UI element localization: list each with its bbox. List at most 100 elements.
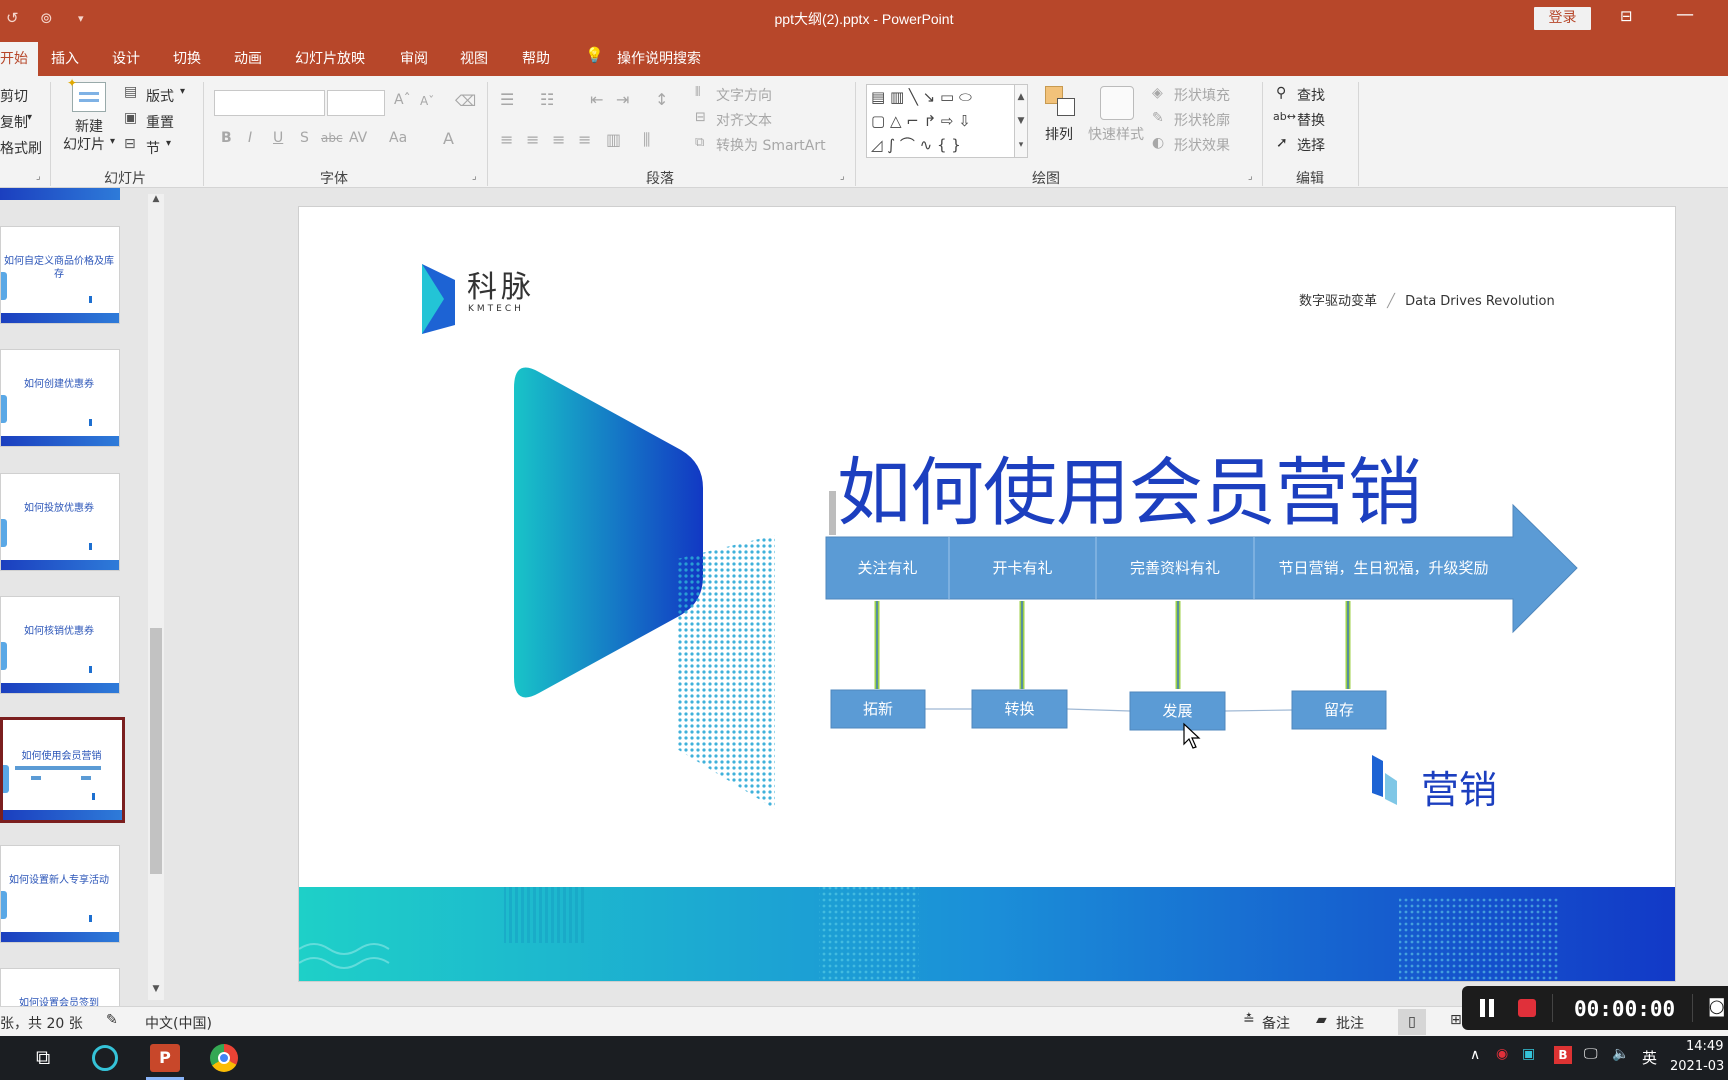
shapes-row-2[interactable]: ▢ △ ⌐ ↱ ⇨ ⇩ xyxy=(871,109,1021,133)
tab-review[interactable]: 审阅 xyxy=(400,48,428,68)
distributed-icon[interactable]: ▥ xyxy=(606,130,621,149)
slide-thumbnail[interactable]: 如何核销优惠券 xyxy=(0,596,120,694)
shape-effects-button[interactable]: 形状效果 xyxy=(1174,135,1230,155)
layout-button[interactable]: 版式 xyxy=(146,86,174,106)
dialog-launcher-icon[interactable]: ⌟ xyxy=(840,171,845,182)
clock-date[interactable]: 2021-03 xyxy=(1670,1059,1724,1074)
dialog-launcher-icon[interactable]: ⌟ xyxy=(36,171,41,182)
reset-button[interactable]: 重置 xyxy=(146,112,174,132)
app-icon-search[interactable] xyxy=(92,1045,118,1071)
shapes-row-1[interactable]: ▤ ▥ ╲ ↘ ▭ ⬭ xyxy=(871,85,1021,109)
tab-slideshow[interactable]: 幻灯片放映 xyxy=(295,48,365,68)
thumbnail-scrollbar[interactable]: ▲ ▼ xyxy=(148,194,164,1000)
decrease-indent-icon[interactable]: ⇤ xyxy=(590,90,603,109)
language-indicator[interactable]: 中文(中国) xyxy=(145,1013,212,1033)
tray-app-icon[interactable]: ▣ xyxy=(1522,1046,1535,1062)
tab-animations[interactable]: 动画 xyxy=(234,48,262,68)
tell-me-search[interactable]: 操作说明搜索 xyxy=(617,48,701,68)
arrange-button[interactable]: 排列 xyxy=(1045,124,1073,144)
accessibility-icon[interactable]: ✎ xyxy=(106,1012,118,1028)
scroll-up-icon[interactable]: ▲ xyxy=(149,194,163,208)
ribbon-display-icon[interactable]: ⊟ xyxy=(1620,7,1633,25)
dialog-launcher-icon[interactable]: ⌟ xyxy=(1248,171,1253,182)
slide-thumbnail[interactable]: 如何设置会员签到 xyxy=(0,968,120,1006)
slide-title[interactable]: 如何使用会员营销 xyxy=(837,433,1422,540)
chrome-icon[interactable] xyxy=(210,1044,238,1072)
scroll-down-icon[interactable]: ▼ xyxy=(149,984,163,998)
shapes-gallery[interactable]: ▤ ▥ ╲ ↘ ▭ ⬭ ▢ △ ⌐ ↱ ⇨ ⇩ ◿ ∫ ⌒ ∿ { } xyxy=(866,84,1022,158)
slide-sorter-icon[interactable]: ⊞ xyxy=(1450,1012,1462,1028)
find-button[interactable]: 查找 xyxy=(1297,85,1325,105)
new-slide-icon[interactable]: ✦ xyxy=(67,77,106,112)
recording-tray-icon[interactable]: ◉ xyxy=(1496,1046,1508,1062)
underline-button[interactable]: U xyxy=(273,130,283,146)
decrease-font-icon[interactable]: Aˇ xyxy=(420,94,434,108)
tab-design[interactable]: 设计 xyxy=(112,48,140,68)
shapes-scroll[interactable]: ▲ ▼ ▾ xyxy=(1014,84,1028,158)
chevron-up-icon[interactable]: ∧ xyxy=(1470,1047,1480,1063)
ime-indicator[interactable]: 英 xyxy=(1642,1047,1657,1068)
pause-icon[interactable] xyxy=(1480,999,1485,1017)
tab-view[interactable]: 视图 xyxy=(460,48,488,68)
arrow-segment-2[interactable]: 开卡有礼 xyxy=(949,537,1096,599)
tab-insert[interactable]: 插入 xyxy=(51,48,79,68)
new-slide-button[interactable]: 新建 xyxy=(75,116,103,136)
slide-canvas[interactable]: 科脉 KMTECH 数字驱动变革 ╱ Data Drives Revolutio… xyxy=(299,207,1675,981)
clock-time[interactable]: 14:49 xyxy=(1686,1039,1723,1054)
stage-box-1[interactable]: 拓新 xyxy=(831,690,925,728)
align-text-button[interactable]: 对齐文本 xyxy=(716,110,772,130)
text-direction-button[interactable]: 文字方向 xyxy=(716,85,772,105)
scroll-thumb[interactable] xyxy=(150,628,162,874)
camera-icon[interactable]: ◙ xyxy=(1708,996,1725,1017)
format-painter-button[interactable]: 格式刷 xyxy=(0,138,42,158)
network-icon[interactable]: 🖵 xyxy=(1584,1046,1598,1062)
stage-box-4[interactable]: 留存 xyxy=(1292,691,1386,729)
slide-thumbnail[interactable]: 如何自定义商品价格及库存 xyxy=(0,226,120,324)
copy-button[interactable]: 复制 xyxy=(0,112,28,132)
convert-smartart-button[interactable]: 转换为 SmartArt xyxy=(716,135,826,155)
section-button[interactable]: 节 xyxy=(146,138,160,158)
quick-styles-button[interactable]: 快速样式 xyxy=(1088,124,1144,144)
normal-view-icon[interactable]: ▯ xyxy=(1398,1009,1426,1035)
align-left-icon[interactable]: ≡ xyxy=(500,130,513,149)
arrow-segment-1[interactable]: 关注有礼 xyxy=(826,537,949,599)
italic-button[interactable]: I xyxy=(248,130,252,146)
strikethrough-button[interactable]: abc xyxy=(321,131,343,145)
comments-button[interactable]: 批注 xyxy=(1336,1013,1364,1033)
align-center-icon[interactable]: ≡ xyxy=(526,130,539,149)
stage-box-3[interactable]: 发展 xyxy=(1130,692,1225,730)
increase-indent-icon[interactable]: ⇥ xyxy=(616,90,629,109)
bold-button[interactable]: B xyxy=(221,130,232,146)
minimize-icon[interactable]: — xyxy=(1676,4,1694,25)
bullets-icon[interactable]: ☰ xyxy=(500,90,514,109)
dialog-launcher-icon[interactable]: ⌟ xyxy=(472,171,477,182)
align-right-icon[interactable]: ≡ xyxy=(552,130,565,149)
cut-button[interactable]: 剪切 xyxy=(0,86,28,106)
powerpoint-icon[interactable]: P xyxy=(150,1044,180,1072)
tab-home[interactable]: 开始 xyxy=(0,42,38,78)
font-name-combo[interactable] xyxy=(214,90,325,116)
change-case-button[interactable]: Aa xyxy=(389,130,407,146)
select-button[interactable]: 选择 xyxy=(1297,135,1325,155)
font-size-combo[interactable] xyxy=(327,90,385,116)
font-color-button[interactable]: A xyxy=(443,129,454,148)
shape-fill-button[interactable]: 形状填充 xyxy=(1174,85,1230,105)
increase-font-icon[interactable]: Aˆ xyxy=(394,92,411,108)
chevron-down-icon[interactable]: ▾ xyxy=(27,112,32,123)
new-slide-button-line2[interactable]: 幻灯片 xyxy=(63,134,105,154)
slide-thumbnail[interactable]: 如何投放优惠券 xyxy=(0,473,120,571)
arrow-segment-4[interactable]: 节日营销，生日祝福，升级奖励 xyxy=(1254,537,1513,599)
justify-icon[interactable]: ≡ xyxy=(578,130,591,149)
stage-box-2[interactable]: 转换 xyxy=(972,690,1067,728)
chevron-down-icon[interactable]: ▾ xyxy=(180,86,185,97)
login-button[interactable]: 登录 xyxy=(1534,7,1591,30)
slide-thumbnail-selected[interactable]: 如何使用会员营销 xyxy=(0,717,125,823)
task-view-icon[interactable]: ⧉ xyxy=(36,1045,50,1069)
volume-icon[interactable]: 🔈 xyxy=(1612,1046,1629,1062)
shadow-button[interactable]: S xyxy=(300,130,309,146)
arrow-segment-3[interactable]: 完善资料有礼 xyxy=(1096,537,1254,599)
slide-thumbnail[interactable]: 如何创建优惠券 xyxy=(0,349,120,447)
tab-help[interactable]: 帮助 xyxy=(522,48,550,68)
shapes-row-3[interactable]: ◿ ∫ ⌒ ∿ { } xyxy=(871,133,1021,157)
char-spacing-button[interactable]: AV xyxy=(349,130,367,146)
